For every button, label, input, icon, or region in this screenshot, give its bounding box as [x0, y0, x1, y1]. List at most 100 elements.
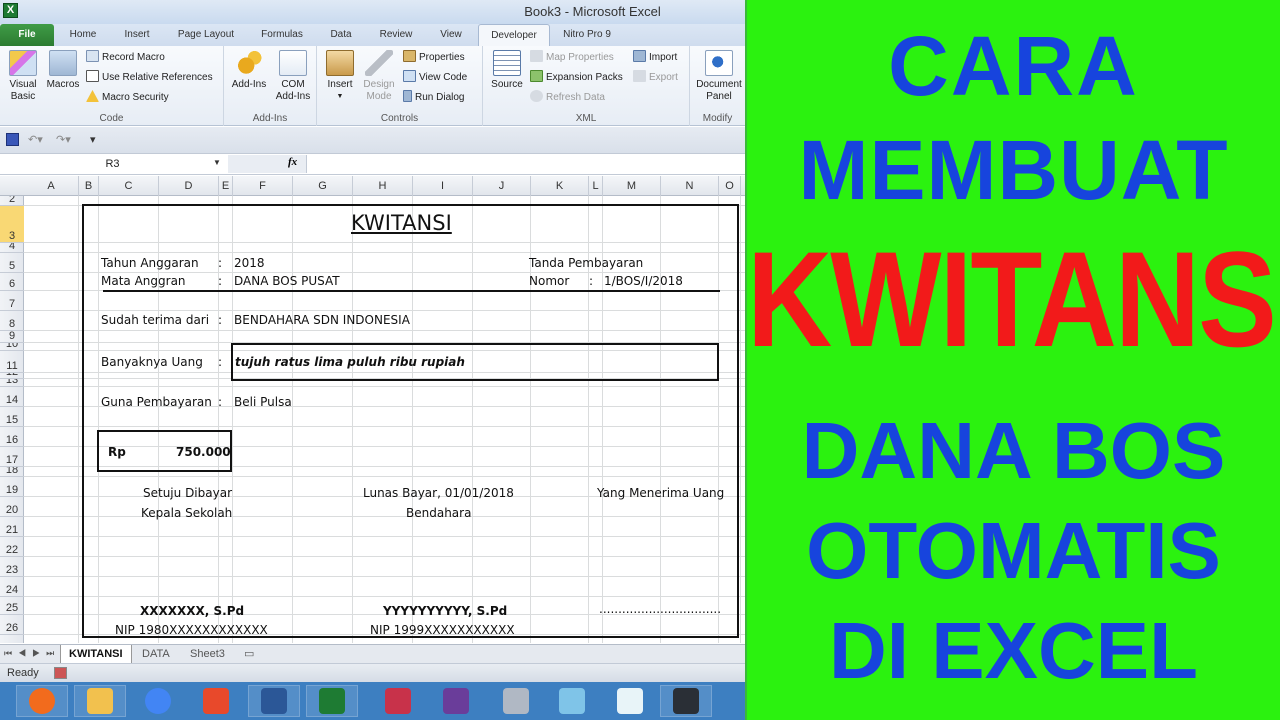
row-header-13[interactable]: 13	[0, 379, 24, 387]
redo-icon[interactable]: ↷▾	[56, 133, 71, 146]
row-header-17[interactable]: 17	[0, 447, 24, 467]
column-header-n[interactable]: N	[661, 176, 719, 196]
save-icon[interactable]	[6, 133, 19, 146]
formula-input[interactable]	[306, 155, 745, 173]
sheet-tab-kwitansi[interactable]: KWITANSI	[60, 645, 132, 663]
add-ins-button[interactable]: Add-Ins	[228, 50, 270, 91]
row-header-22[interactable]: 22	[0, 537, 24, 557]
map-properties-button[interactable]: Map Properties	[530, 49, 614, 67]
taskbar-pdf-reader-button[interactable]	[190, 685, 242, 717]
macro-security-button[interactable]: Macro Security	[86, 89, 169, 107]
name-box[interactable]: R3	[0, 155, 225, 173]
row-header-5[interactable]: 5	[0, 253, 24, 273]
taskbar-excel-button[interactable]	[306, 685, 358, 717]
tahun-anggaran-value[interactable]: 2018	[234, 256, 265, 270]
macros-button[interactable]: Macros	[44, 50, 82, 91]
tab-file[interactable]: File	[0, 24, 54, 46]
column-header-f[interactable]: F	[233, 176, 293, 196]
row-header-16[interactable]: 16	[0, 427, 24, 447]
row-header-23[interactable]: 23	[0, 557, 24, 577]
mata-anggaran-value[interactable]: DANA BOS PUSAT	[234, 274, 340, 288]
taskbar-video-editor-button[interactable]	[430, 685, 482, 717]
bendahara-name[interactable]: YYYYYYYYYY, S.Pd	[383, 604, 507, 618]
tab-view[interactable]: View	[430, 24, 472, 46]
row-header-21[interactable]: 21	[0, 517, 24, 537]
taskbar-filmora-button[interactable]	[660, 685, 712, 717]
taskbar-firefox-button[interactable]	[16, 685, 68, 717]
tab-page-layout[interactable]: Page Layout	[170, 24, 242, 46]
view-code-button[interactable]: View Code	[403, 69, 467, 87]
row-header-24[interactable]: 24	[0, 577, 24, 597]
refresh-data-button[interactable]: Refresh Data	[530, 89, 605, 107]
tab-insert[interactable]: Insert	[112, 24, 162, 46]
sheet-tab-sheet3[interactable]: Sheet3	[182, 645, 233, 663]
taskbar-spss-button[interactable]	[372, 685, 424, 717]
name-box-dropdown-icon[interactable]: ▼	[213, 158, 221, 167]
taskbar-database-button[interactable]	[490, 685, 542, 717]
column-header-i[interactable]: I	[413, 176, 473, 196]
design-mode-button[interactable]: Design Mode	[359, 50, 399, 103]
export-button[interactable]: Export	[633, 69, 678, 87]
column-header-j[interactable]: J	[473, 176, 531, 196]
nomor-value[interactable]: 1/BOS/I/2018	[604, 274, 683, 288]
column-header-l[interactable]: L	[589, 176, 603, 196]
column-header-m[interactable]: M	[603, 176, 661, 196]
com-add-ins-button[interactable]: COM Add-Ins	[272, 50, 314, 103]
row-header-3[interactable]: 3	[0, 206, 24, 243]
sheet-navigation-arrows[interactable]: ⏮◀▶⏭	[4, 648, 60, 659]
tab-nitro-pro[interactable]: Nitro Pro 9	[556, 24, 618, 46]
row-header-15[interactable]: 15	[0, 407, 24, 427]
row-header-25[interactable]: 25	[0, 597, 24, 615]
tab-data[interactable]: Data	[320, 24, 362, 46]
banyaknya-uang-value[interactable]: tujuh ratus lima puluh ribu rupiah	[235, 355, 465, 369]
insert-sheet-icon[interactable]: ▭	[236, 645, 262, 663]
row-header-9[interactable]: 9	[0, 331, 24, 343]
tab-formulas[interactable]: Formulas	[252, 24, 312, 46]
row-header-4[interactable]: 4	[0, 243, 24, 253]
document-panel-button[interactable]: Document Panel	[694, 50, 744, 103]
visual-basic-button[interactable]: Visual Basic	[4, 50, 42, 103]
customize-toolbar-icon[interactable]: ▾	[90, 133, 96, 146]
column-header-a[interactable]: A	[24, 176, 79, 196]
expansion-packs-button[interactable]: Expansion Packs	[530, 69, 623, 87]
row-header-2[interactable]: 2	[0, 196, 24, 206]
row-header-10[interactable]: 10	[0, 343, 24, 351]
column-header-g[interactable]: G	[293, 176, 353, 196]
record-macro-status-icon[interactable]	[54, 667, 67, 679]
tab-developer[interactable]: Developer	[478, 24, 550, 46]
taskbar-file-explorer-button[interactable]	[74, 685, 126, 717]
row-header-26[interactable]: 26	[0, 615, 24, 635]
row-header-11[interactable]: 11	[0, 351, 24, 373]
kepala-sekolah-nip[interactable]: NIP 1980XXXXXXXXXXXX	[115, 623, 268, 637]
kepala-sekolah-name[interactable]: XXXXXXX, S.Pd	[140, 604, 244, 618]
taskbar-screen-recorder-button[interactable]	[604, 685, 656, 717]
column-header-e[interactable]: E	[219, 176, 233, 196]
undo-icon[interactable]: ↶▾	[28, 133, 43, 146]
sudah-terima-value[interactable]: BENDAHARA SDN INDONESIA	[234, 313, 410, 327]
use-relative-references-button[interactable]: Use Relative References	[86, 69, 213, 87]
guna-pembayaran-value[interactable]: Beli Pulsa	[234, 395, 292, 409]
taskbar-notepad-button[interactable]	[546, 685, 598, 717]
column-header-b[interactable]: B	[79, 176, 99, 196]
taskbar-word-button[interactable]	[248, 685, 300, 717]
amount-value[interactable]: 750.000	[176, 445, 231, 459]
row-header-19[interactable]: 19	[0, 477, 24, 497]
column-header-o[interactable]: O	[719, 176, 741, 196]
column-header-c[interactable]: C	[99, 176, 159, 196]
row-header-6[interactable]: 6	[0, 273, 24, 291]
sheet-tab-data[interactable]: DATA	[134, 645, 178, 663]
import-button[interactable]: Import	[633, 49, 677, 67]
tab-review[interactable]: Review	[370, 24, 422, 46]
row-header-14[interactable]: 14	[0, 387, 24, 407]
column-header-d[interactable]: D	[159, 176, 219, 196]
column-header-h[interactable]: H	[353, 176, 413, 196]
properties-button[interactable]: Properties	[403, 49, 465, 67]
row-header-7[interactable]: 7	[0, 291, 24, 311]
row-header-18[interactable]: 18	[0, 467, 24, 477]
row-header-8[interactable]: 8	[0, 311, 24, 331]
record-macro-button[interactable]: Record Macro	[86, 49, 165, 67]
column-header-k[interactable]: K	[531, 176, 589, 196]
insert-control-button[interactable]: Insert ▼	[321, 50, 359, 103]
source-button[interactable]: Source	[487, 50, 527, 91]
taskbar-chrome-button[interactable]	[132, 685, 184, 717]
